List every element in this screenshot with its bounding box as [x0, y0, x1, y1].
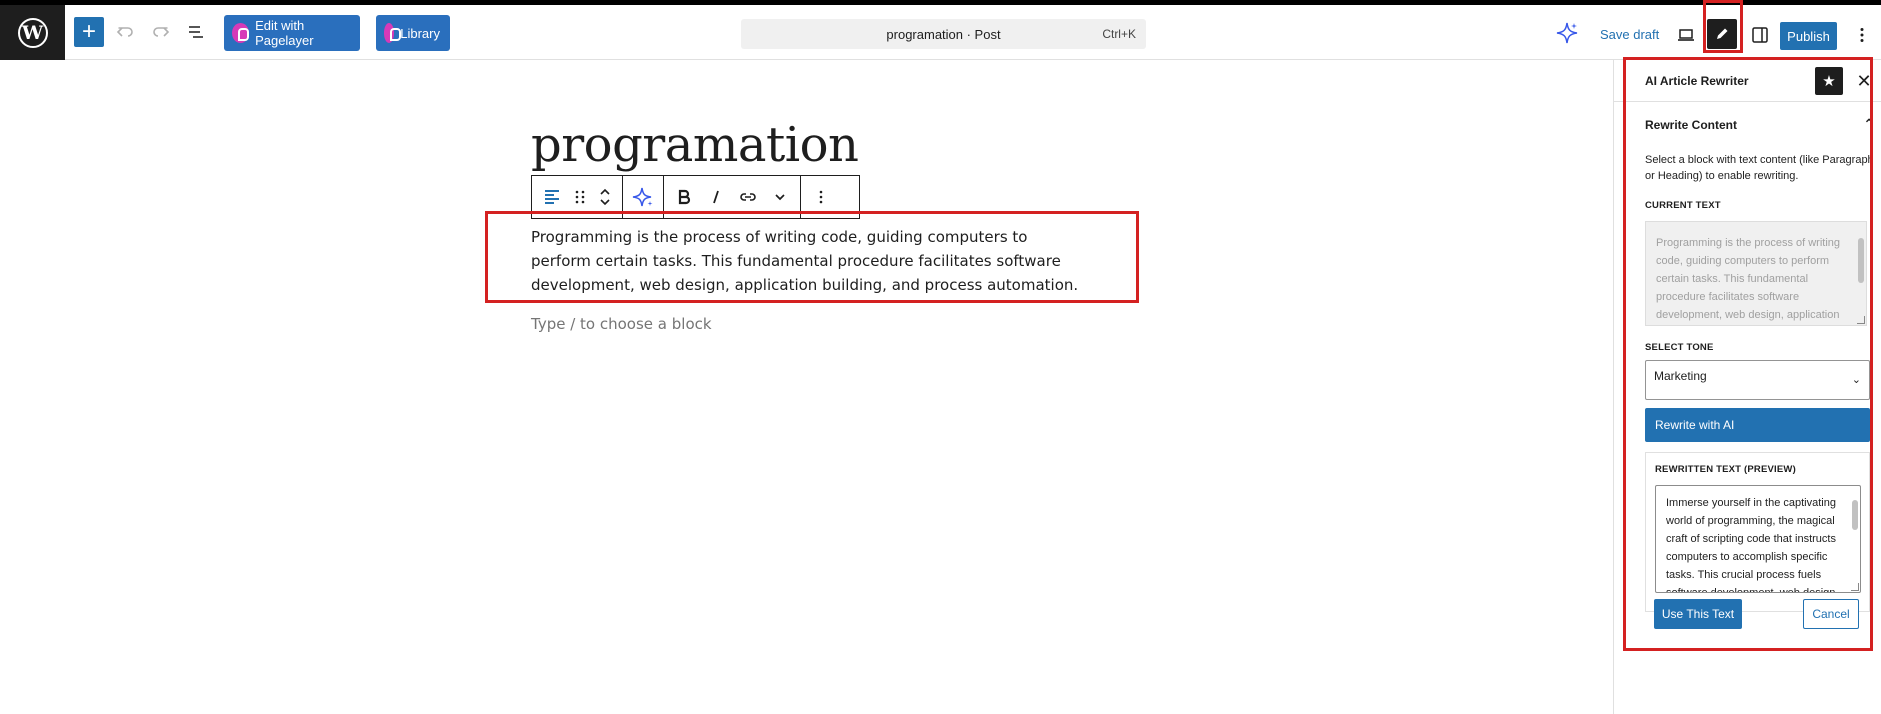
favorite-button[interactable]: ★ — [1815, 67, 1843, 95]
current-text-area[interactable]: Programming is the process of writing co… — [1645, 221, 1867, 326]
chevron-up-down-icon — [600, 188, 610, 206]
bold-button[interactable] — [668, 181, 700, 213]
close-sidebar-button[interactable]: ✕ — [1852, 69, 1876, 93]
resize-handle[interactable] — [1857, 316, 1865, 324]
move-block-buttons[interactable] — [592, 181, 618, 213]
sidebar-title: AI Article Rewriter — [1645, 74, 1749, 88]
paragraph-block[interactable]: Programming is the process of writing co… — [531, 225, 1091, 297]
block-toolbar-group-move — [532, 176, 623, 218]
sidebar-header: AI Article Rewriter ★ ✕ — [1614, 60, 1881, 102]
block-toolbar-group-options — [801, 176, 841, 218]
drag-handle-icon — [575, 190, 585, 204]
rewritten-text-value: Immerse yourself in the captivating worl… — [1666, 497, 1836, 593]
settings-sidebar-toggle[interactable] — [1744, 19, 1776, 51]
block-toolbar — [531, 175, 860, 219]
rewrite-with-ai-button[interactable]: Rewrite with AI — [1645, 408, 1870, 442]
close-icon: ✕ — [1856, 70, 1872, 91]
italic-icon — [713, 190, 719, 204]
tone-select[interactable]: Marketing ⌄ — [1645, 360, 1870, 400]
pagelayer-icon — [384, 23, 402, 43]
redo-button[interactable] — [145, 16, 177, 48]
ai-article-rewriter-sidebar: AI Article Rewriter ★ ✕ Rewrite Content … — [1613, 60, 1881, 714]
more-vertical-icon — [819, 190, 823, 204]
paragraph-block-button[interactable] — [536, 181, 568, 213]
pencil-icon — [1717, 28, 1728, 39]
sparkle-icon — [632, 187, 653, 207]
chevron-down-icon: ⌄ — [1851, 374, 1861, 386]
sparkle-icon — [1556, 22, 1578, 44]
command-palette-bar[interactable]: programation · Post Ctrl+K — [741, 19, 1146, 49]
preview-button[interactable] — [1670, 19, 1702, 51]
rewritten-text-label: REWRITTEN TEXT (PREVIEW) — [1655, 464, 1796, 475]
more-formatting-button[interactable] — [764, 181, 796, 213]
scrollbar[interactable] — [1852, 490, 1858, 582]
editor-top-toolbar: W + Edit with Pagelayer Library programa… — [0, 0, 1881, 60]
align-left-icon — [545, 190, 559, 204]
redo-icon — [153, 27, 170, 37]
command-shortcut: Ctrl+K — [1102, 27, 1136, 41]
block-toolbar-group-ai — [623, 176, 664, 218]
rewrite-content-panel-toggle[interactable]: Rewrite Content ⌃ — [1645, 116, 1875, 132]
block-placeholder[interactable]: Type / to choose a block — [531, 315, 712, 333]
sidebar-icon — [1752, 27, 1768, 43]
document-overview-button[interactable] — [180, 16, 212, 48]
link-icon — [740, 193, 756, 201]
post-title[interactable]: programation — [531, 117, 859, 173]
scrollbar[interactable] — [1858, 226, 1864, 318]
ai-rewriter-plugin-button[interactable] — [1707, 19, 1737, 49]
add-block-button[interactable]: + — [74, 17, 104, 47]
link-button[interactable] — [732, 181, 764, 213]
current-text-label: CURRENT TEXT — [1645, 200, 1721, 211]
drag-handle[interactable] — [568, 181, 592, 213]
chevron-up-icon: ⌃ — [1863, 116, 1875, 132]
more-vertical-icon — [1860, 28, 1864, 42]
italic-button[interactable] — [700, 181, 732, 213]
save-draft-button[interactable]: Save draft — [1600, 27, 1659, 42]
document-title: programation · Post — [886, 26, 1001, 42]
resize-handle[interactable] — [1851, 583, 1859, 591]
block-toolbar-group-format — [664, 176, 801, 218]
library-button[interactable]: Library — [376, 15, 450, 51]
wordpress-icon: W — [17, 17, 48, 48]
list-view-icon — [189, 26, 203, 38]
publish-button[interactable]: Publish — [1780, 22, 1837, 50]
rewritten-preview-box: REWRITTEN TEXT (PREVIEW) Immerse yoursel… — [1645, 452, 1870, 612]
editor-canvas[interactable]: programation Programming is the process … — [0, 60, 1613, 714]
pagelayer-icon — [232, 23, 250, 43]
tone-select-value: Marketing — [1654, 369, 1707, 383]
use-this-text-button[interactable]: Use This Text — [1654, 599, 1742, 629]
options-menu-button[interactable] — [1846, 19, 1878, 51]
library-label: Library — [400, 25, 440, 41]
cancel-button[interactable]: Cancel — [1803, 599, 1859, 629]
bold-icon — [678, 189, 691, 205]
undo-icon — [116, 27, 133, 37]
edit-with-pagelayer-label: Edit with Pagelayer — [255, 18, 314, 48]
ai-block-button[interactable] — [627, 181, 659, 213]
wordpress-logo-button[interactable]: W — [0, 5, 65, 60]
rewritten-text-area[interactable]: Immerse yourself in the captivating worl… — [1655, 485, 1861, 593]
select-tone-label: SELECT TONE — [1645, 342, 1714, 353]
chevron-down-icon — [775, 194, 785, 201]
undo-button[interactable] — [109, 16, 141, 48]
current-text-value: Programming is the process of writing co… — [1656, 237, 1841, 321]
help-text: Select a block with text content (like P… — [1645, 154, 1874, 182]
ai-sparkle-button[interactable] — [1553, 19, 1581, 47]
panel-title: Rewrite Content — [1645, 118, 1738, 132]
edit-with-pagelayer-button[interactable]: Edit with Pagelayer — [224, 15, 360, 51]
star-icon: ★ — [1822, 73, 1836, 90]
block-options-button[interactable] — [805, 181, 837, 213]
laptop-icon — [1678, 29, 1694, 41]
